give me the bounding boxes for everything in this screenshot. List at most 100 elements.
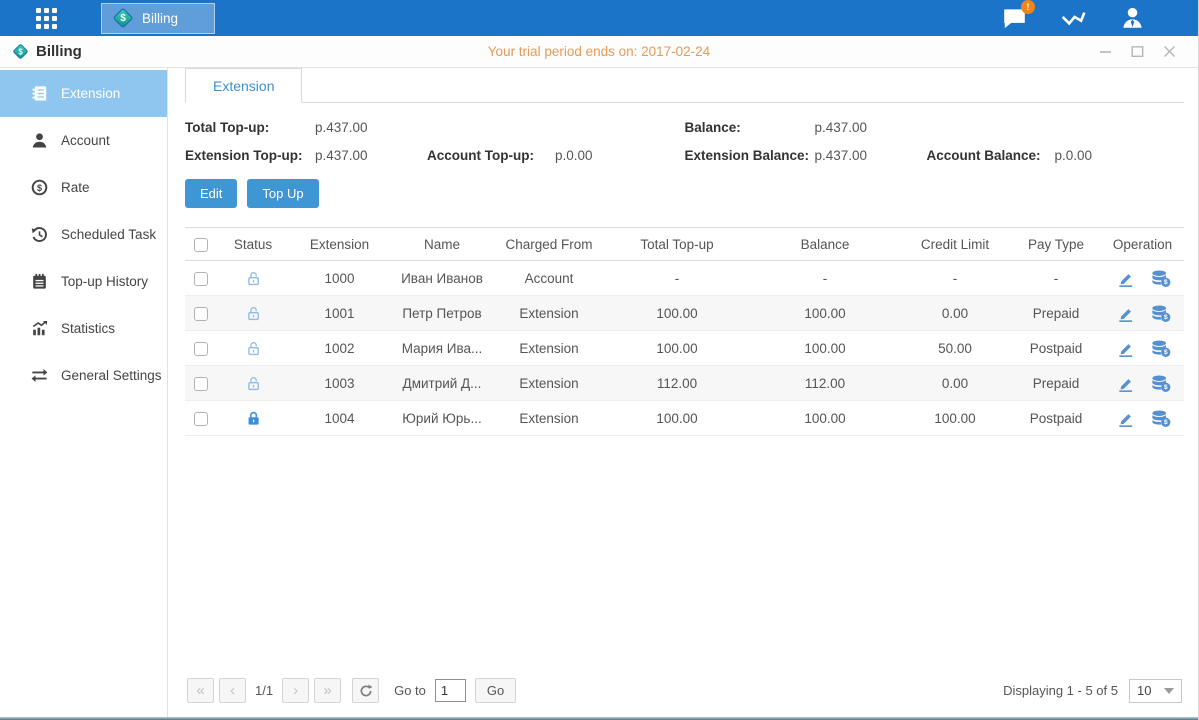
- extension-topup-value: p.437.00: [315, 148, 427, 163]
- svg-text:$: $: [1163, 279, 1167, 286]
- column-operation: Operation: [1101, 228, 1184, 261]
- billing-window: $ Billing !: [0, 0, 1199, 720]
- svg-text:$: $: [120, 13, 126, 24]
- topup-extension-icon[interactable]: $: [1151, 269, 1171, 288]
- topup-extension-icon[interactable]: $: [1151, 304, 1171, 323]
- tab-extension[interactable]: Extension: [185, 68, 302, 103]
- sidebar-item-label: Rate: [61, 180, 90, 195]
- first-page-button[interactable]: «: [187, 678, 214, 703]
- extension-table-body: 1000Иван ИвановAccount----$1001Петр Петр…: [185, 261, 1184, 436]
- charged-from-cell: Extension: [495, 366, 603, 401]
- edit-extension-icon[interactable]: [1115, 374, 1135, 393]
- sidebar-item-label: Top-up History: [61, 274, 148, 289]
- sidebar-item-topup-history[interactable]: Top-up History: [0, 258, 167, 305]
- operation-cell: $: [1101, 331, 1184, 366]
- next-page-button[interactable]: ›: [282, 678, 309, 703]
- extension-ledger-icon: [30, 84, 49, 103]
- charged-from-cell: Account: [495, 261, 603, 296]
- extension-cell: 1004: [290, 401, 389, 436]
- credit-limit-cell: 0.00: [899, 366, 1011, 401]
- minimize-icon[interactable]: [1099, 45, 1112, 58]
- sidebar-item-general-settings[interactable]: General Settings: [0, 352, 167, 399]
- total-topup-cell: -: [603, 261, 751, 296]
- close-icon[interactable]: [1163, 45, 1176, 58]
- select-all-checkbox[interactable]: [194, 238, 208, 252]
- edit-extension-icon[interactable]: [1115, 269, 1135, 288]
- row-checkbox[interactable]: [194, 307, 208, 321]
- pagination-bar: « ‹ 1/1 › » Go to Go Displaying 1 - 5 of…: [185, 668, 1184, 717]
- charged-from-cell: Extension: [495, 401, 603, 436]
- sidebar-item-label: Account: [61, 133, 110, 148]
- last-page-button[interactable]: »: [314, 678, 341, 703]
- displaying-text: Displaying 1 - 5 of 5: [1003, 683, 1118, 698]
- row-checkbox[interactable]: [194, 412, 208, 426]
- app-grid-icon[interactable]: [36, 8, 57, 29]
- account-topup-value: p.0.00: [555, 148, 685, 163]
- sidebar-item-rate[interactable]: $ Rate: [0, 164, 167, 211]
- extension-topup-label: Extension Top-up:: [185, 148, 315, 163]
- table-row: 1004Юрий Юрь...Extension100.00100.00100.…: [185, 401, 1184, 436]
- messages-icon[interactable]: !: [1001, 5, 1028, 31]
- table-row: 1002Мария Ива...Extension100.00100.0050.…: [185, 331, 1184, 366]
- table-row: 1000Иван ИвановAccount----$: [185, 261, 1184, 296]
- pay-type-cell: Prepaid: [1011, 296, 1101, 331]
- prev-page-button[interactable]: ‹: [219, 678, 246, 703]
- topup-extension-icon[interactable]: $: [1151, 339, 1171, 358]
- account-person-icon: [30, 131, 49, 150]
- balance-label: Balance:: [685, 120, 815, 135]
- maximize-icon[interactable]: [1131, 45, 1144, 58]
- operation-cell: $: [1101, 401, 1184, 436]
- general-settings-sliders-icon: [30, 366, 49, 385]
- name-cell: Иван Иванов: [389, 261, 495, 296]
- edit-extension-icon[interactable]: [1115, 409, 1135, 428]
- edit-extension-icon[interactable]: [1115, 304, 1135, 323]
- sidebar-item-account[interactable]: Account: [0, 117, 167, 164]
- charged-from-cell: Extension: [495, 296, 603, 331]
- sidebar-item-statistics[interactable]: Statistics: [0, 305, 167, 352]
- titlebar: $ Billing Your trial period ends on: 201…: [0, 36, 1198, 68]
- extension-cell: 1003: [290, 366, 389, 401]
- reports-chart-icon[interactable]: [1060, 5, 1087, 31]
- page-size-value: 10: [1137, 683, 1151, 698]
- svg-text:$: $: [1163, 384, 1167, 391]
- credit-limit-cell: 100.00: [899, 401, 1011, 436]
- statistics-chart-icon: [30, 319, 49, 338]
- column-credit-limit: Credit Limit: [899, 228, 1011, 261]
- svg-text:$: $: [18, 47, 23, 56]
- page-size-select[interactable]: 10: [1129, 679, 1182, 703]
- sidebar-item-label: Statistics: [61, 321, 115, 336]
- goto-page-input[interactable]: [435, 679, 466, 702]
- go-button[interactable]: Go: [475, 678, 516, 703]
- edit-extension-icon[interactable]: [1115, 339, 1135, 358]
- user-account-icon[interactable]: [1119, 5, 1146, 31]
- top-up-button[interactable]: Top Up: [247, 179, 318, 208]
- name-cell: Дмитрий Д...: [389, 366, 495, 401]
- edit-button[interactable]: Edit: [185, 179, 237, 208]
- balance-value: p.437.00: [815, 120, 927, 135]
- operation-cell: $: [1101, 366, 1184, 401]
- refresh-button[interactable]: [352, 678, 379, 703]
- account-balance-value: p.0.00: [1055, 148, 1185, 163]
- row-checkbox[interactable]: [194, 272, 208, 286]
- sidebar-item-scheduled-task[interactable]: Scheduled Task: [0, 211, 167, 258]
- table-header-row: Status Extension Name Charged From Total…: [185, 228, 1184, 261]
- column-status: Status: [216, 228, 290, 261]
- account-topup-label: Account Top-up:: [427, 148, 555, 163]
- trial-notice: Your trial period ends on: 2017-02-24: [0, 44, 1198, 59]
- column-total-topup: Total Top-up: [603, 228, 751, 261]
- pay-type-cell: Postpaid: [1011, 331, 1101, 366]
- column-balance: Balance: [751, 228, 899, 261]
- window-title: $ Billing: [12, 43, 82, 60]
- column-charged-from: Charged From: [495, 228, 603, 261]
- topup-extension-icon[interactable]: $: [1151, 409, 1171, 428]
- topup-extension-icon[interactable]: $: [1151, 374, 1171, 393]
- topbar-tab-billing[interactable]: $ Billing: [101, 3, 215, 34]
- credit-limit-cell: 50.00: [899, 331, 1011, 366]
- column-name: Name: [389, 228, 495, 261]
- balance-cell: -: [751, 261, 899, 296]
- sidebar-item-extension[interactable]: Extension: [0, 70, 167, 117]
- balance-cell: 100.00: [751, 331, 899, 366]
- row-checkbox[interactable]: [194, 377, 208, 391]
- extension-balance-value: p.437.00: [815, 148, 927, 163]
- row-checkbox[interactable]: [194, 342, 208, 356]
